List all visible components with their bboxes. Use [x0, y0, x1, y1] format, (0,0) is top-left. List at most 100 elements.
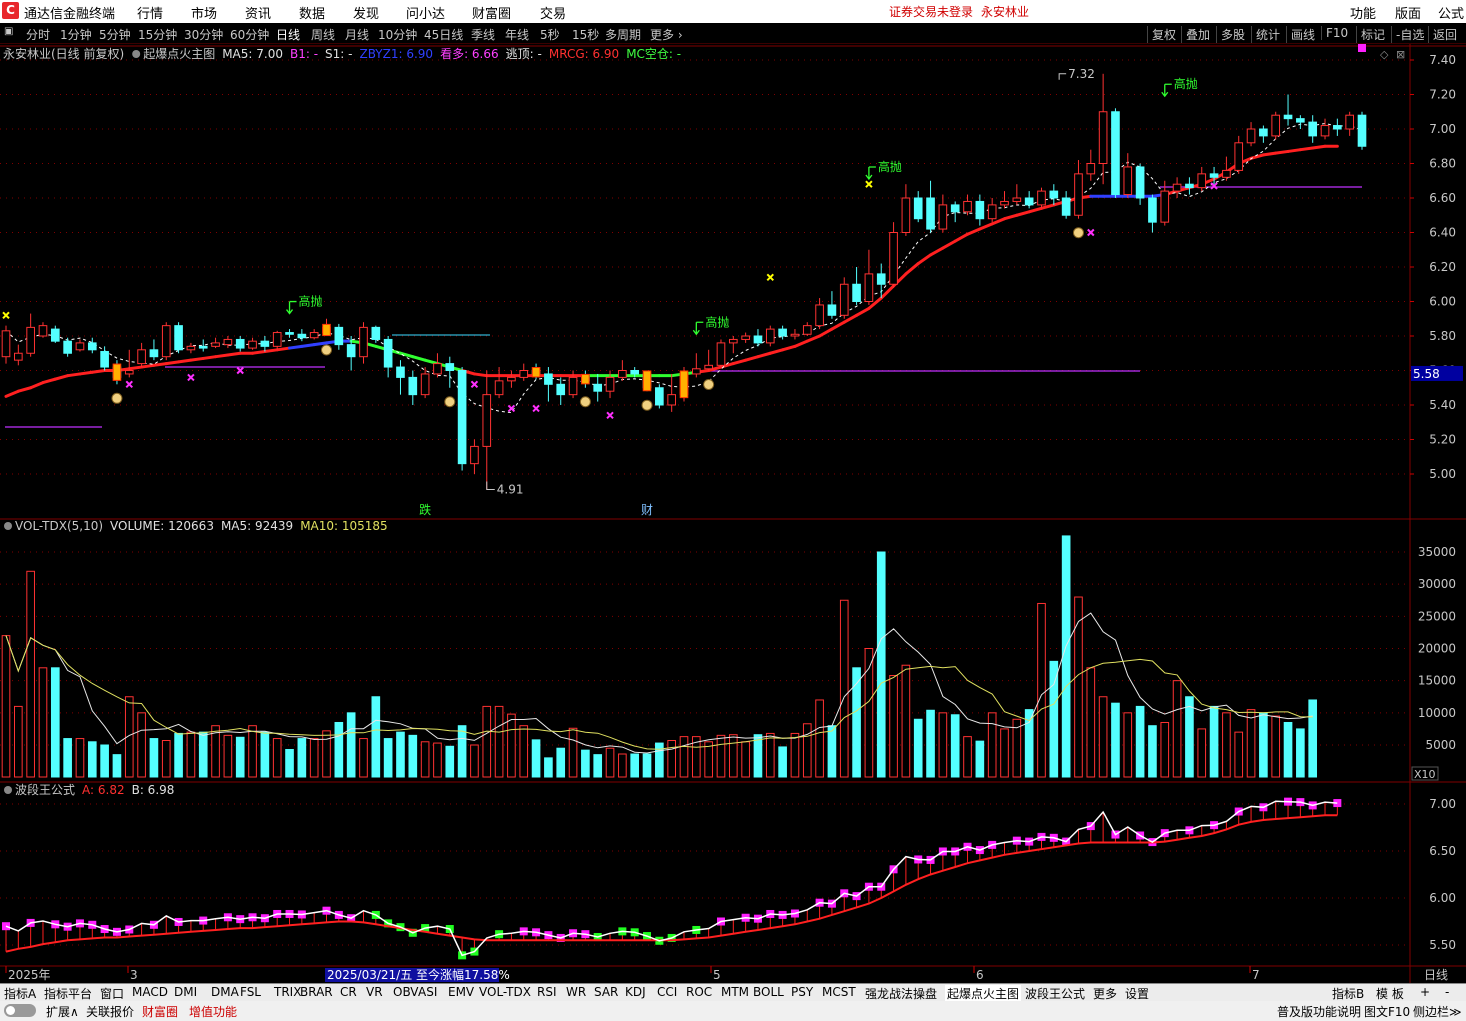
indicator-tab[interactable]: 窗口 — [100, 985, 124, 1002]
indicator-tab[interactable]: 强龙战法操盘 — [865, 985, 937, 1002]
main-legend-item: 起爆点火主图 — [143, 47, 215, 61]
tool-mark[interactable]: 标记 — [1356, 26, 1389, 43]
indicator-tab[interactable]: BOLL — [753, 985, 784, 999]
period-tab[interactable]: 多周期 — [605, 26, 641, 43]
status-related-quote[interactable]: 关联报价 — [86, 1003, 134, 1020]
period-tab[interactable]: 分时 — [26, 26, 50, 43]
indicator-tab[interactable]: DMA — [211, 985, 239, 999]
menu-item-trade[interactable]: 交易 — [540, 3, 566, 22]
menu-item-exchange[interactable]: 市场 — [191, 3, 217, 22]
indicator-tab[interactable]: VOL-TDX — [479, 985, 531, 999]
tool-back[interactable]: 返回 — [1428, 26, 1461, 43]
tool-restore-rights[interactable]: 复权 — [1147, 26, 1180, 43]
volume-bar-down — [975, 740, 985, 778]
volume-bar-up — [75, 738, 85, 778]
indicator-tab[interactable]: ROC — [686, 985, 712, 999]
menu-item-discover[interactable]: 发现 — [353, 3, 379, 22]
indicator-tab[interactable]: RSI — [537, 985, 557, 999]
tool-overlay[interactable]: 叠加 — [1181, 26, 1214, 43]
period-tab[interactable]: 1分钟 — [60, 26, 92, 43]
period-tab[interactable]: 60分钟 — [230, 26, 269, 43]
volume-bar-up — [667, 739, 676, 778]
indicator-tab[interactable]: MACD — [132, 985, 168, 999]
indicator-tab[interactable]: CCI — [657, 985, 677, 999]
tool-draw-line[interactable]: 画线 — [1286, 26, 1319, 43]
status-sidebar[interactable]: 侧边栏≫ — [1413, 1003, 1462, 1020]
indicator-tab[interactable]: 设置 — [1125, 985, 1149, 1002]
status-expand[interactable]: 扩展∧ — [46, 1003, 79, 1020]
indicator-tab[interactable]: WR — [566, 985, 586, 999]
status-f10[interactable]: 图文F10 — [1364, 1003, 1410, 1020]
volume-bar-down — [581, 749, 590, 778]
period-tab[interactable]: 10分钟 — [378, 26, 417, 43]
login-notice[interactable]: 证券交易未登录 — [889, 3, 973, 20]
indicator-tab[interactable]: DMI — [174, 985, 197, 999]
indicator-tab[interactable]: 起爆点火主图 — [945, 985, 1022, 1002]
indicator-tab[interactable]: VR — [366, 985, 383, 999]
volume-bar-up — [1037, 602, 1046, 778]
toggle-switch-icon[interactable] — [4, 1004, 36, 1017]
status-addon[interactable]: 增值功能 — [189, 1003, 237, 1020]
indicator-tab[interactable]: FSL — [240, 985, 261, 999]
indicator-tab[interactable]: MCST — [822, 985, 856, 999]
indicator-tab[interactable]: BRAR — [300, 985, 333, 999]
period-tab[interactable]: 5秒 — [540, 26, 560, 43]
period-tab[interactable]: 15秒 — [572, 26, 599, 43]
menu-item-wealth-circle[interactable]: 财富圈 — [472, 3, 511, 22]
period-tab[interactable]: 5分钟 — [99, 26, 131, 43]
indicator-tab[interactable]: 更多 — [1093, 985, 1117, 1002]
ma-line-segment — [214, 353, 230, 359]
indicator-tab[interactable]: KDJ — [625, 985, 646, 999]
indicator-template-button[interactable]: + — [1420, 985, 1430, 999]
period-more-button[interactable]: 更多 › — [650, 26, 683, 43]
menu-item-ask[interactable]: 问小达 — [406, 3, 445, 22]
indicator-tab[interactable]: SAR — [594, 985, 618, 999]
volume-bar-up — [963, 736, 972, 778]
volume-bar-up — [1172, 680, 1182, 778]
menu-item-market[interactable]: 行情 — [137, 3, 163, 22]
period-tab[interactable]: 季线 — [471, 26, 495, 43]
indicator-tab[interactable]: CR — [340, 985, 357, 999]
current-price-label: 5.58 — [1413, 367, 1440, 381]
indicator-tab[interactable]: OBV — [393, 985, 419, 999]
candle-down — [1111, 111, 1120, 196]
menu-item-function[interactable]: 功能 — [1350, 3, 1376, 22]
tool-multi-stock[interactable]: 多股 — [1216, 26, 1249, 43]
indicator-template-button[interactable]: 模 板 — [1376, 985, 1404, 1002]
indicator-tab[interactable]: TRIX — [274, 985, 301, 999]
indicator-tab[interactable]: EMV — [448, 985, 474, 999]
indicator-template-button[interactable]: - — [1445, 985, 1449, 999]
indicator-template-button[interactable]: 指标B — [1332, 985, 1364, 1002]
indicator-tab[interactable]: MTM — [721, 985, 749, 999]
close-panel-icon: ⊠ — [1396, 48, 1405, 61]
candle-up — [14, 352, 23, 361]
period-tab[interactable]: 年线 — [505, 26, 529, 43]
menu-item-news[interactable]: 资讯 — [245, 3, 271, 22]
menu-item-formula[interactable]: 公式 — [1438, 3, 1464, 22]
tool-watchlist[interactable]: -自选 — [1391, 26, 1428, 43]
candle-up — [1012, 197, 1022, 202]
volume-bar-up — [901, 664, 911, 778]
volume-bar-up — [728, 734, 738, 778]
candle-up — [1345, 114, 1354, 130]
indicator-tab[interactable]: 指标平台 — [44, 985, 92, 1002]
period-tab-active[interactable]: 日线 — [276, 26, 300, 43]
tool-statistics[interactable]: 统计 — [1251, 26, 1284, 43]
period-tab[interactable]: 月线 — [345, 26, 369, 43]
indicator-tab[interactable]: ASI — [418, 985, 437, 999]
indicator-tab[interactable]: 指标A — [4, 985, 36, 1002]
kline-chart-area[interactable]: 7.407.207.006.806.606.406.206.005.805.60… — [0, 44, 1466, 984]
menu-item-data[interactable]: 数据 — [299, 3, 325, 22]
indicator-tab[interactable]: 波段王公式 — [1025, 985, 1085, 1002]
period-toggle-icon[interactable]: ▣ — [4, 26, 13, 37]
indicator-tab[interactable]: PSY — [791, 985, 813, 999]
status-help[interactable]: 普及版功能说明 — [1277, 1003, 1361, 1020]
period-tab[interactable]: 45日线 — [424, 26, 463, 43]
period-tab[interactable]: 15分钟 — [138, 26, 177, 43]
period-tab[interactable]: 周线 — [311, 26, 335, 43]
candle-up — [470, 445, 479, 465]
tool-f10[interactable]: F10 — [1321, 26, 1352, 40]
period-tab[interactable]: 30分钟 — [184, 26, 223, 43]
status-wealth-circle[interactable]: 财富圈 — [142, 1003, 178, 1020]
menu-item-layout[interactable]: 版面 — [1395, 3, 1421, 22]
